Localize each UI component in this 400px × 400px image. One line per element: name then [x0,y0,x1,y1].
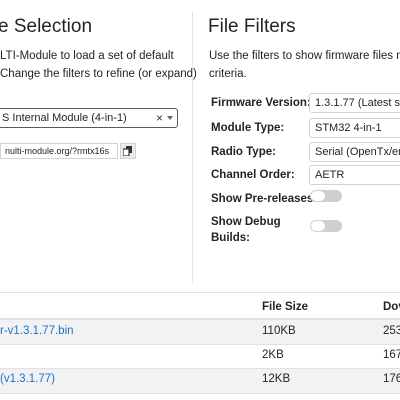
module-select[interactable]: S Internal Module (4-in-1) × [0,108,178,128]
file-filters-description-line1: Use the filters to show firmware files m… [209,50,400,62]
radio-type-select[interactable]: Serial (OpenTx/erS [309,142,400,162]
downloads-cell: 176 [383,373,400,385]
firmware-file-link[interactable]: (v1.3.1.77) [0,373,55,385]
downloads-cell: 167 [383,349,400,361]
file-size-cell: 110KB [262,325,296,337]
show-debug-label-line2: Builds: [211,232,250,244]
column-header-file-size[interactable]: File Size [262,301,308,313]
file-filters-heading: File Filters [208,16,296,37]
firmware-file-link[interactable]: r-v1.3.1.77.bin [0,325,74,337]
share-link-input[interactable]: nulti-module.org/?rmtx16s [0,143,118,159]
file-size-cell: 12KB [262,373,291,385]
file-size-cell: 2KB [262,349,284,361]
panel-divider [192,12,193,284]
show-prereleases-label: Show Pre-releases: [211,193,318,205]
column-header-downloads[interactable]: Dov [383,301,400,313]
copy-icon [123,146,132,156]
radio-type-value: Serial (OpenTx/erS [315,146,400,158]
radio-type-label: Radio Type: [211,146,276,158]
file-filters-description-line2: criteria. [209,68,247,80]
module-select-value: S Internal Module (4-in-1) [2,112,127,124]
module-type-select[interactable]: STM32 4-in-1 [309,118,400,138]
downloads-cell: 253 [383,325,400,337]
firmware-version-value: 1.3.1.77 (Latest st [315,97,400,109]
show-debug-label-line1: Show Debug [211,216,281,228]
table-top-border [0,292,400,293]
firmware-version-select[interactable]: 1.3.1.77 (Latest st [309,93,400,113]
channel-order-label: Channel Order: [211,169,295,181]
module-type-value: STM32 4-in-1 [315,122,382,134]
module-selection-description-line1: LTI-Module to load a set of default [0,50,174,62]
channel-order-select[interactable]: AETR [309,165,400,185]
chevron-down-icon [167,116,173,120]
module-selection-heading: e Selection [0,16,93,37]
clear-icon[interactable]: × [156,111,163,125]
copy-link-button[interactable] [120,143,136,159]
module-selection-description-line2: Change the filters to refine (or expand) [0,68,197,80]
firmware-version-label: Firmware Version: [211,97,311,109]
channel-order-value: AETR [315,169,345,181]
module-type-label: Module Type: [211,122,285,134]
share-link-text: nulti-module.org/?rmtx16s [5,146,110,156]
show-prereleases-toggle[interactable] [310,190,342,202]
show-debug-toggle[interactable] [310,220,342,232]
